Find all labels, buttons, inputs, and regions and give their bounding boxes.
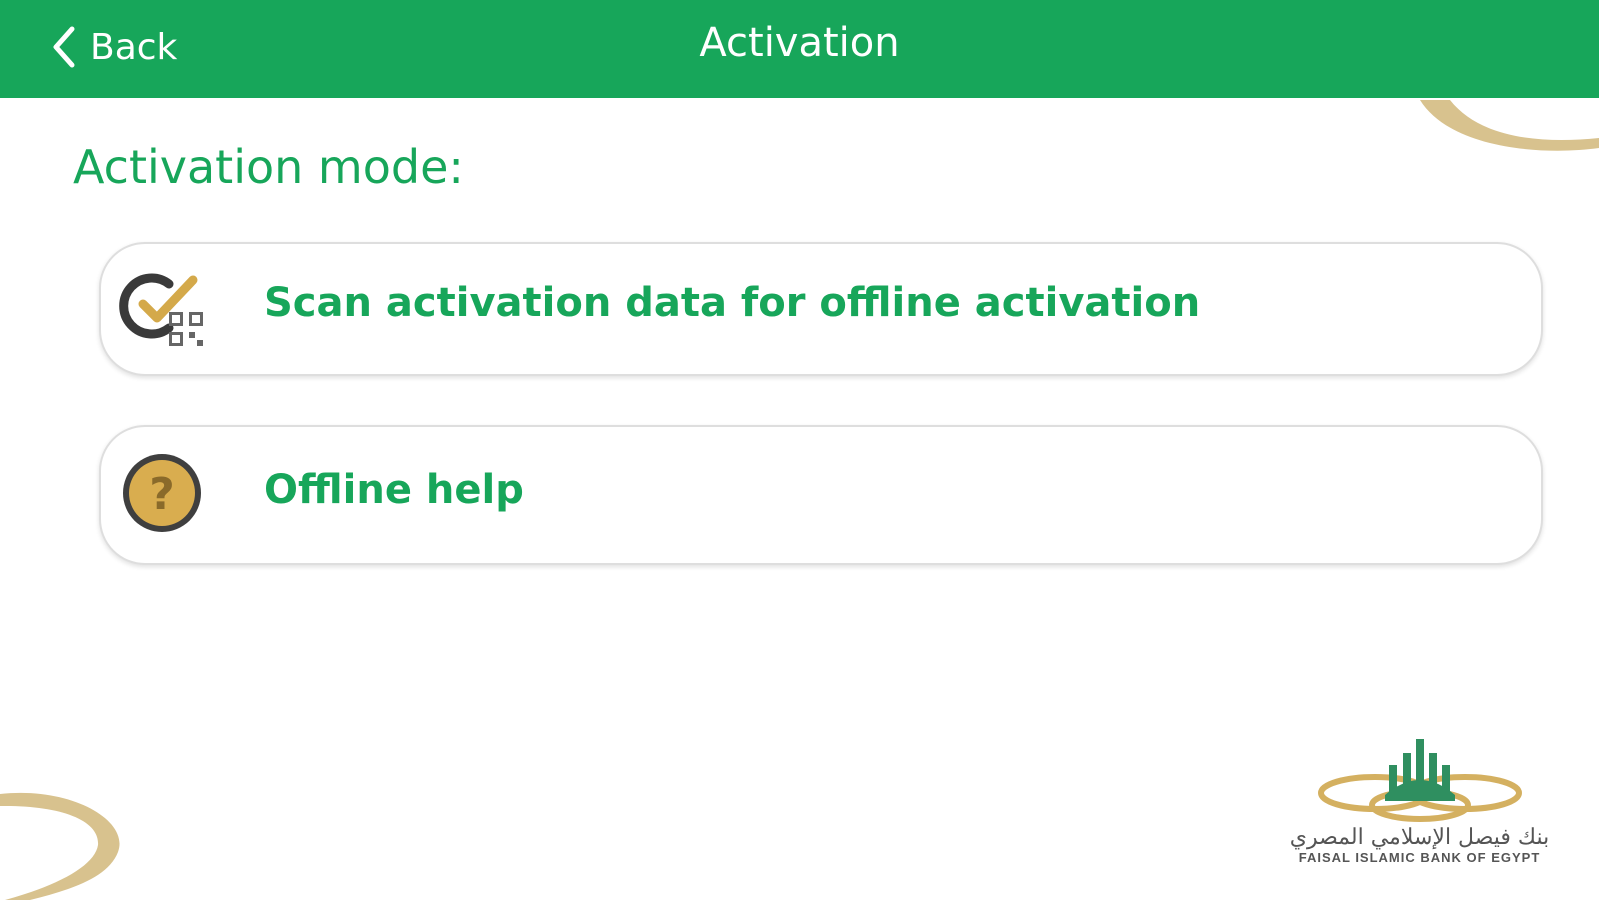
help-icon: ? (123, 454, 201, 532)
scan-offline-activation-button[interactable]: Scan activation data for offline activat… (99, 242, 1543, 376)
bank-logo: بنك فيصل الإسلامي المصري FAISAL ISLAMIC … (1262, 735, 1577, 865)
decorative-swoosh-top (1420, 100, 1599, 151)
logo-english-text: FAISAL ISLAMIC BANK OF EGYPT (1298, 850, 1541, 865)
scan-option-label: Scan activation data for offline activat… (264, 280, 1201, 326)
top-bar: Back Activation (0, 0, 1599, 98)
bank-emblem-icon (1317, 739, 1522, 822)
svg-text:?: ? (149, 469, 175, 520)
offline-help-button[interactable]: ? Offline help (99, 425, 1543, 565)
logo-arabic-text: بنك فيصل الإسلامي المصري (1289, 825, 1550, 850)
page-title: Activation (699, 20, 900, 66)
help-option-label: Offline help (264, 467, 524, 513)
decorative-swoosh-bottom (0, 792, 120, 900)
qr-check-icon (119, 273, 203, 346)
activation-mode-heading: Activation mode: (73, 140, 464, 194)
